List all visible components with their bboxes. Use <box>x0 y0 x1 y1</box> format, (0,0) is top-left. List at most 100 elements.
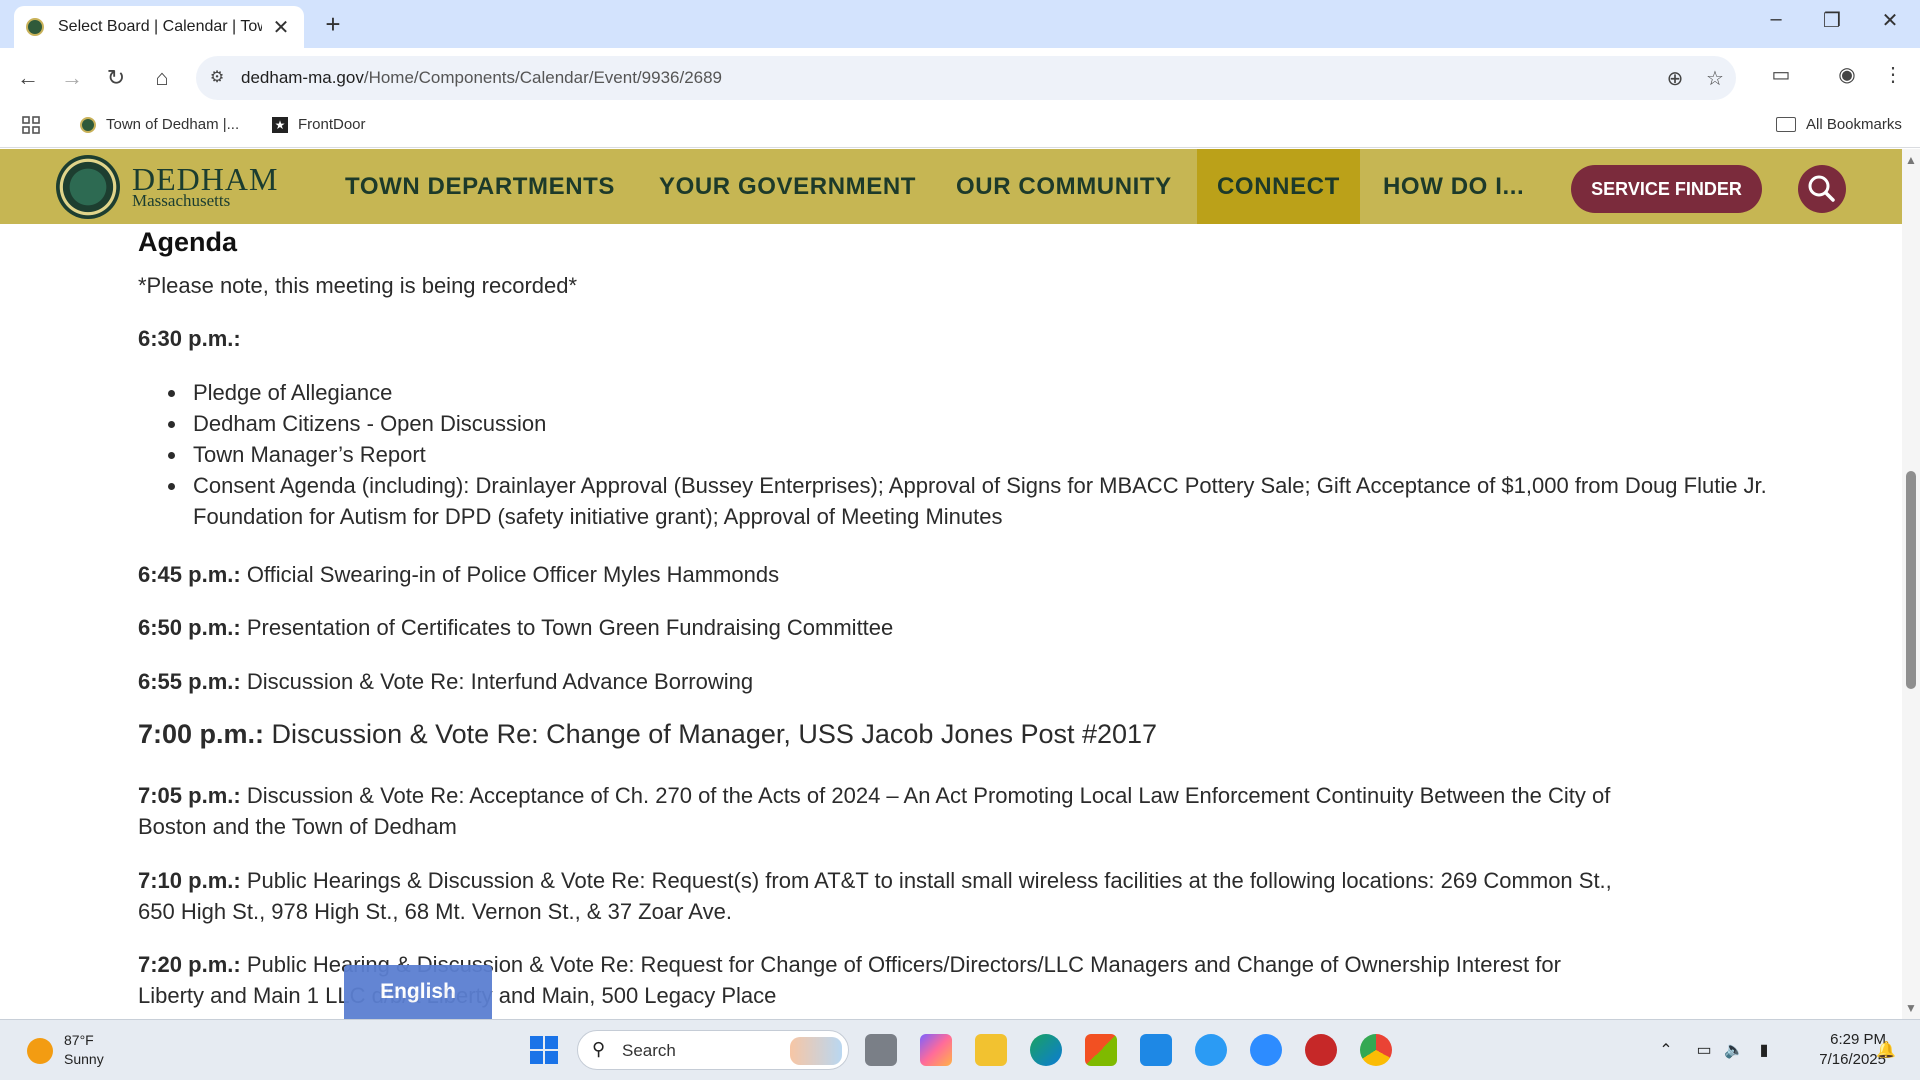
weather-condition[interactable]: Sunny <box>64 1051 104 1067</box>
dedham-favicon-icon <box>80 116 96 133</box>
url-path: /Home/Components/Calendar/Event/9936/268… <box>363 68 723 87</box>
agenda-text: Official Swearing-in of Police Officer M… <box>240 562 780 587</box>
weather-temperature[interactable]: 87°F <box>64 1032 94 1048</box>
scroll-up-arrow-icon[interactable]: ▲ <box>1905 153 1917 167</box>
bookmark-frontdoor[interactable]: ★ FrontDoor <box>272 116 366 133</box>
taskbar-search-box[interactable]: ⚲ Search <box>577 1030 849 1070</box>
search-icon: ⚲ <box>592 1039 606 1059</box>
nav-town-departments[interactable]: TOWN DEPARTMENTS <box>345 149 615 224</box>
file-explorer-icon[interactable] <box>975 1034 1007 1066</box>
zoom-app-icon[interactable] <box>1250 1034 1282 1066</box>
profile-icon[interactable]: ◉ <box>1832 62 1862 87</box>
restore-icon[interactable]: ❐ <box>1812 8 1852 33</box>
menu-kebab-icon[interactable]: ⋮ <box>1878 62 1908 87</box>
new-tab-button[interactable]: + <box>318 9 348 40</box>
nav-our-community[interactable]: OUR COMMUNITY <box>956 149 1172 224</box>
folder-icon <box>1776 117 1796 132</box>
all-bookmarks-label: All Bookmarks <box>1806 116 1902 133</box>
taskbar-search-label: Search <box>622 1041 676 1060</box>
minimize-icon[interactable]: – <box>1756 8 1796 31</box>
chrome-icon[interactable] <box>1360 1034 1392 1066</box>
site-header: DEDHAM Massachusetts TOWN DEPARTMENTS YO… <box>0 149 1902 224</box>
nav-your-government[interactable]: YOUR GOVERNMENT <box>659 149 916 224</box>
list-item: Consent Agenda (including): Drainlayer A… <box>138 470 1778 532</box>
service-finder-button[interactable]: SERVICE FINDER <box>1571 165 1762 213</box>
site-favicon-icon <box>26 18 44 36</box>
browser-tabstrip: Select Board | Calendar | Town of Dedham… <box>0 0 1920 48</box>
tab-close-icon[interactable]: ✕ <box>270 15 292 40</box>
sun-weather-icon[interactable] <box>27 1038 53 1064</box>
scroll-down-arrow-icon[interactable]: ▼ <box>1905 1001 1917 1015</box>
agenda-entry: 7:10 p.m.: Public Hearings & Discussion … <box>138 865 1618 927</box>
volume-icon[interactable]: 🔈 <box>1722 1040 1746 1060</box>
agenda-time: 7:00 p.m.: <box>138 719 265 749</box>
agenda-time: 6:50 p.m.: <box>138 615 241 640</box>
edge-browser-icon[interactable] <box>1030 1034 1062 1066</box>
bookmark-town-of-dedham[interactable]: Town of Dedham |... <box>80 116 239 133</box>
agenda-time: 6:30 p.m.: <box>138 326 241 351</box>
list-item: Town Manager’s Report <box>138 439 1778 470</box>
tab-search-icon[interactable]: ▭ <box>1766 62 1796 87</box>
agenda-text: Discussion & Vote Re: Acceptance of Ch. … <box>138 783 1611 839</box>
list-item: Dedham Citizens - Open Discussion <box>138 408 1778 439</box>
forward-arrow-icon[interactable]: → <box>56 62 88 94</box>
microsoft-store-icon[interactable] <box>1085 1034 1117 1066</box>
network-icon[interactable]: ▭ <box>1692 1040 1716 1060</box>
search-icon <box>1808 175 1835 202</box>
reload-icon[interactable]: ↻ <box>100 62 132 94</box>
close-window-icon[interactable]: ✕ <box>1870 8 1910 33</box>
clock-time[interactable]: 6:29 PM <box>1796 1031 1886 1048</box>
bookmark-star-icon[interactable]: ☆ <box>1702 66 1728 91</box>
agenda-items-list: Pledge of Allegiance Dedham Citizens - O… <box>138 377 1778 532</box>
agenda-entry-highlight: 7:00 p.m.: Discussion & Vote Re: Change … <box>138 719 1157 750</box>
agenda-time: 6:45 p.m.: <box>138 562 241 587</box>
recording-note: *Please note, this meeting is being reco… <box>138 273 578 298</box>
page-scrollbar[interactable]: ▲ ▼ <box>1902 149 1920 1019</box>
battery-icon[interactable]: ▮ <box>1752 1040 1776 1060</box>
apps-grid-icon[interactable] <box>22 116 40 134</box>
notification-bell-icon[interactable]: 🔔 <box>1874 1040 1898 1060</box>
windows-start-icon[interactable] <box>530 1036 558 1064</box>
browser-tab-active[interactable]: Select Board | Calendar | Town of Dedham… <box>14 6 304 48</box>
help-icon[interactable] <box>1195 1034 1227 1066</box>
back-arrow-icon[interactable]: ← <box>12 62 44 94</box>
address-bar[interactable]: ⚙ dedham-ma.gov/Home/Components/Calendar… <box>196 56 1736 100</box>
agenda-entry: 6:55 p.m.: Discussion & Vote Re: Interfu… <box>138 666 753 697</box>
agenda-heading: Agenda <box>138 227 238 257</box>
agenda-text: Discussion & Vote Re: Interfund Advance … <box>240 669 754 694</box>
windows-taskbar: 87°F Sunny ⚲ Search ⌃ ▭ 🔈 ▮ 6:29 PM 7/16… <box>0 1019 1920 1080</box>
bookmarks-bar: Town of Dedham |... ★ FrontDoor All Book… <box>0 108 1920 148</box>
site-search-button[interactable] <box>1798 165 1846 213</box>
agenda-entry: 7:05 p.m.: Discussion & Vote Re: Accepta… <box>138 780 1638 842</box>
all-bookmarks-folder[interactable]: All Bookmarks <box>1776 116 1902 133</box>
browser-toolbar: ← → ↻ ⌂ ⚙ dedham-ma.gov/Home/Components/… <box>0 48 1920 108</box>
agenda-time: 7:10 p.m.: <box>138 868 241 893</box>
site-info-icon[interactable]: ⚙ <box>206 67 228 89</box>
search-highlight-art-icon <box>790 1037 842 1065</box>
address-url[interactable]: dedham-ma.gov/Home/Components/Calendar/E… <box>241 68 722 88</box>
clock-date[interactable]: 7/16/2025 <box>1796 1051 1886 1068</box>
task-view-icon[interactable] <box>865 1034 897 1066</box>
agenda-entry: 6:50 p.m.: Presentation of Certificates … <box>138 612 893 643</box>
tray-chevron-up-icon[interactable]: ⌃ <box>1654 1040 1678 1060</box>
bookmark-label: FrontDoor <box>298 116 366 133</box>
agenda-text: Public Hearings & Discussion & Vote Re: … <box>138 868 1612 924</box>
agenda-time: 7:20 p.m.: <box>138 952 241 977</box>
home-icon[interactable]: ⌂ <box>146 62 178 94</box>
nav-connect[interactable]: CONNECT <box>1197 149 1360 224</box>
agenda-time-630: 6:30 p.m.: <box>138 323 241 354</box>
mylio-icon[interactable] <box>1140 1034 1172 1066</box>
scrollbar-thumb[interactable] <box>1906 471 1916 689</box>
agenda-content: Agenda *Please note, this meeting is bei… <box>138 224 1878 1019</box>
copilot-icon[interactable] <box>920 1034 952 1066</box>
agenda-time: 6:55 p.m.: <box>138 669 241 694</box>
app-g-icon[interactable] <box>1305 1034 1337 1066</box>
list-item: Pledge of Allegiance <box>138 377 1778 408</box>
language-selector-button[interactable]: English <box>344 965 492 1019</box>
nav-how-do-i[interactable]: HOW DO I... <box>1383 149 1524 224</box>
town-seal-logo[interactable] <box>56 155 120 219</box>
brand-subtitle: Massachusetts <box>132 191 231 210</box>
frontdoor-icon: ★ <box>272 116 288 133</box>
zoom-icon[interactable]: ⊕ <box>1662 66 1688 91</box>
bookmark-label: Town of Dedham |... <box>106 116 240 133</box>
